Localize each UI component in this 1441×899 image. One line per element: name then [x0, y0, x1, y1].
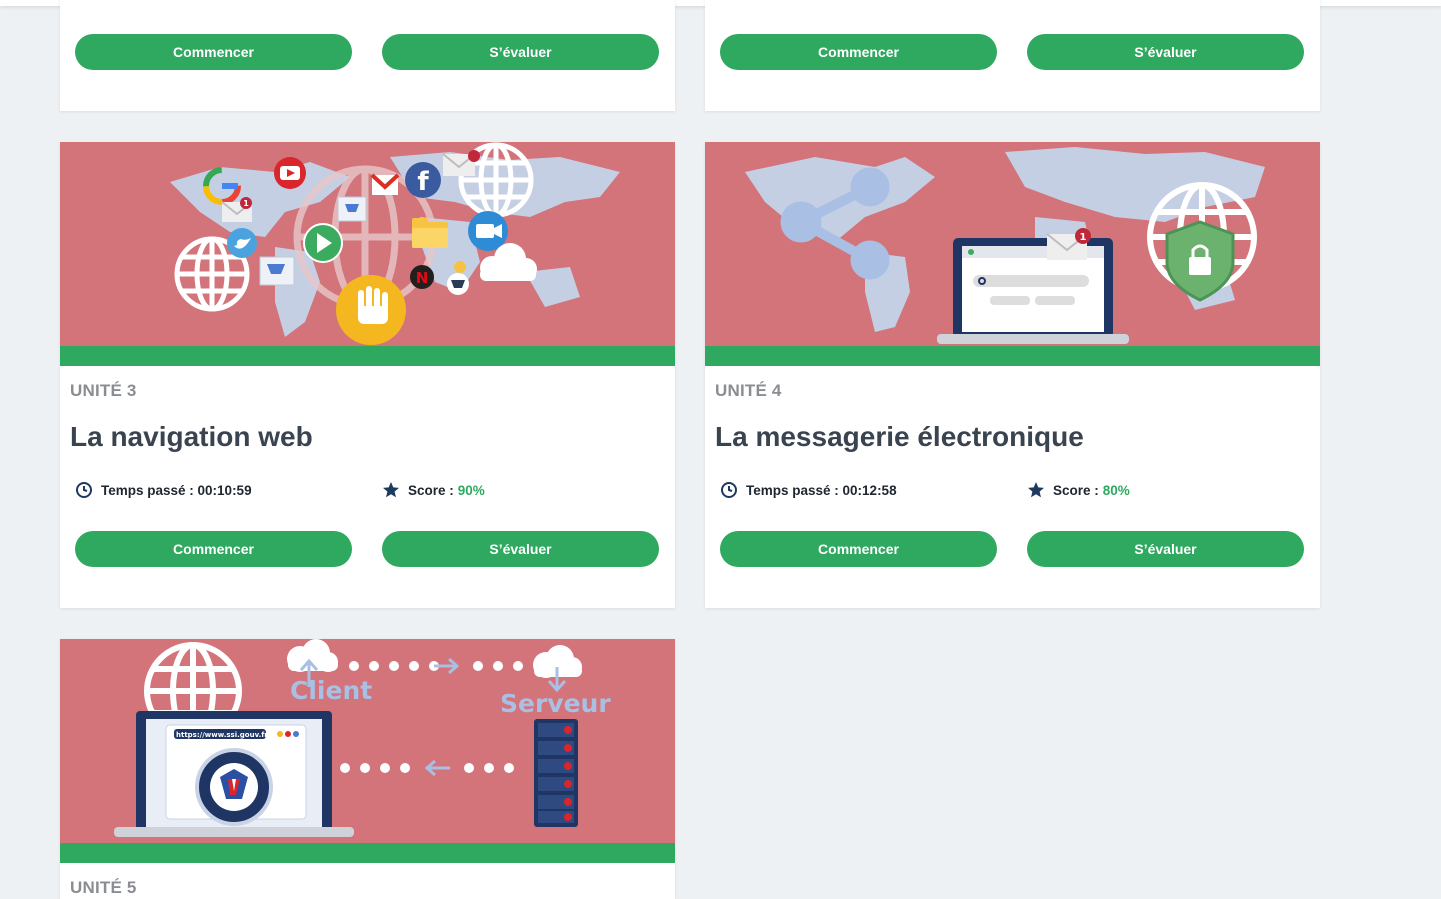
clock-icon	[75, 481, 93, 499]
start-button[interactable]: Commencer	[75, 531, 352, 567]
score-value: 90%	[457, 482, 485, 498]
progress-bar	[60, 843, 675, 863]
svg-text:f: f	[417, 167, 429, 197]
facebook-icon: f	[405, 162, 441, 198]
evaluate-button[interactable]: S’évaluer	[1027, 34, 1304, 70]
time-spent: Temps passé : 00:12:58	[720, 481, 897, 499]
arrow-left-dots	[340, 759, 514, 777]
unit-card-top-right: Commencer S’évaluer	[705, 0, 1320, 111]
svg-text:N: N	[416, 269, 429, 287]
unit-card-top-left: Commencer S’évaluer	[60, 0, 675, 111]
unit-illustration: Client Serveur https://www.ssi.gouv.fr	[60, 639, 675, 843]
unit-illustration: 1	[705, 142, 1320, 346]
video-icon	[468, 211, 508, 251]
evaluate-button[interactable]: S’évaluer	[382, 34, 659, 70]
score: Score : 90%	[382, 481, 485, 499]
server-label: Serveur	[500, 689, 611, 718]
arrow-right-dots	[349, 657, 523, 675]
progress-bar	[705, 346, 1320, 366]
unit-card-3: 1 f N UNITÉ 3 La navigation web Temps pa…	[60, 142, 675, 608]
hand-stop-icon	[336, 275, 406, 345]
unit-card-5: Client Serveur https://www.ssi.gouv.fr U…	[60, 639, 675, 899]
score-label: Score :	[408, 482, 454, 498]
score-label: Score :	[1053, 482, 1099, 498]
unit-label: UNITÉ 3	[70, 381, 137, 400]
clock-icon	[720, 481, 738, 499]
unit-label: UNITÉ 5	[70, 878, 137, 897]
evaluate-button[interactable]: S’évaluer	[1027, 531, 1304, 567]
twitter-icon	[227, 228, 257, 258]
url-text: https://www.ssi.gouv.fr	[176, 731, 268, 739]
cloud-download-icon	[533, 645, 582, 693]
progress-bar	[60, 346, 675, 366]
netflix-icon: N	[410, 265, 434, 289]
card-title: La messagerie électronique	[715, 421, 1084, 452]
time-spent-text: Temps passé : 00:10:59	[101, 482, 252, 498]
score: Score : 80%	[1027, 481, 1130, 499]
star-icon	[1027, 481, 1045, 499]
score-value: 80%	[1102, 482, 1130, 498]
unit-illustration: 1 f N	[60, 142, 675, 346]
anssi-logo	[195, 748, 273, 826]
laptop-icon	[937, 238, 1129, 344]
start-button[interactable]: Commencer	[75, 34, 352, 70]
unit-card-4: 1 UNITÉ 4 La messagerie électronique Tem…	[705, 142, 1320, 608]
folder-icon	[412, 218, 448, 248]
youtube-icon	[274, 157, 306, 189]
server-icon	[534, 719, 578, 827]
card-title: La navigation web	[70, 421, 313, 452]
play-icon	[303, 223, 343, 263]
evaluate-button[interactable]: S’évaluer	[382, 531, 659, 567]
svg-text:1: 1	[243, 199, 249, 208]
time-spent: Temps passé : 00:10:59	[75, 481, 252, 499]
gmail-icon	[370, 173, 400, 195]
client-label: Client	[290, 676, 372, 705]
start-button[interactable]: Commencer	[720, 531, 997, 567]
start-button[interactable]: Commencer	[720, 34, 997, 70]
star-icon	[382, 481, 400, 499]
unit-label: UNITÉ 4	[715, 381, 782, 400]
svg-text:1: 1	[1080, 232, 1087, 243]
time-spent-text: Temps passé : 00:12:58	[746, 482, 897, 498]
